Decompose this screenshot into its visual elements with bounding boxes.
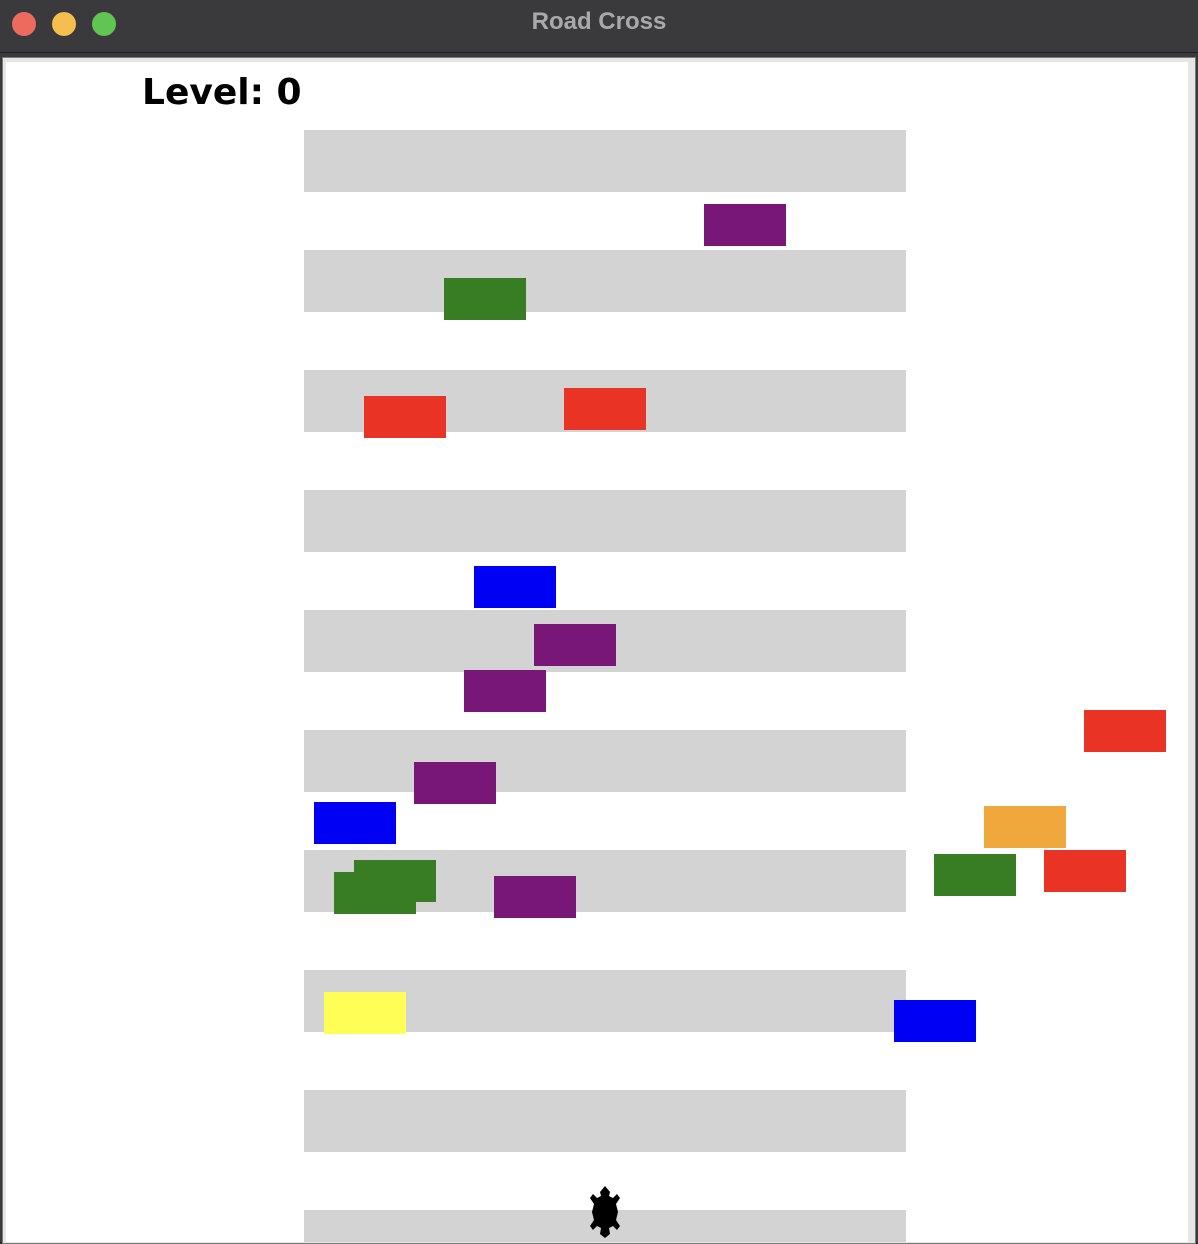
game-window: Road Cross Level: 0	[0, 0, 1198, 1244]
car-purple	[464, 670, 546, 712]
car-blue	[894, 1000, 976, 1042]
game-canvas[interactable]: Level: 0	[6, 62, 1188, 1242]
turtle-icon	[590, 1186, 620, 1238]
car-purple	[494, 876, 576, 918]
level-label: Level: 0	[142, 72, 302, 113]
road-lane	[304, 250, 906, 312]
car-orange	[984, 806, 1066, 848]
car-blue	[314, 802, 396, 844]
car-purple	[534, 624, 616, 666]
car-green	[334, 872, 416, 914]
window-title: Road Cross	[531, 8, 667, 35]
car-blue	[474, 566, 556, 608]
car-red	[1084, 710, 1166, 752]
road-lane	[304, 490, 906, 552]
road-lane	[304, 1090, 906, 1152]
car-red	[564, 388, 646, 430]
car-red	[1044, 850, 1126, 892]
car-green	[444, 278, 526, 320]
road-lane	[304, 130, 906, 192]
car-green	[934, 854, 1016, 896]
car-purple	[414, 762, 496, 804]
road-lane	[304, 730, 906, 792]
car-purple	[704, 204, 786, 246]
car-red	[364, 396, 446, 438]
title-bar[interactable]: Road Cross	[0, 0, 1198, 53]
car-yellow	[324, 992, 406, 1034]
